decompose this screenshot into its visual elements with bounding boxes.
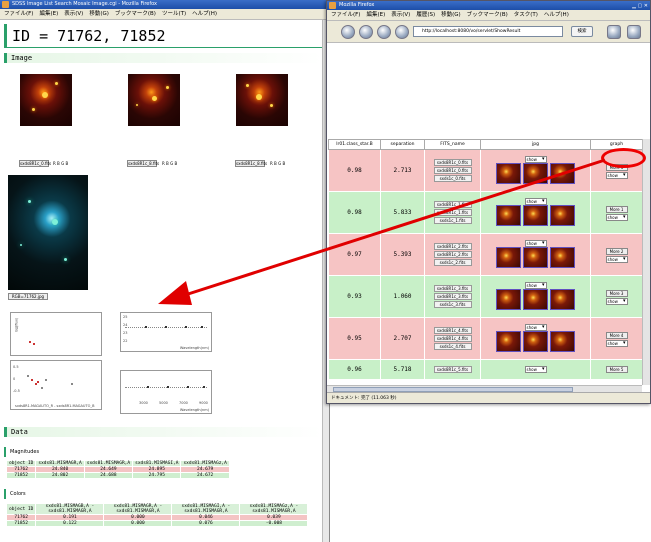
arrow-head [158, 281, 192, 305]
arrow-line [184, 158, 606, 297]
annotation-arrow [158, 158, 606, 305]
